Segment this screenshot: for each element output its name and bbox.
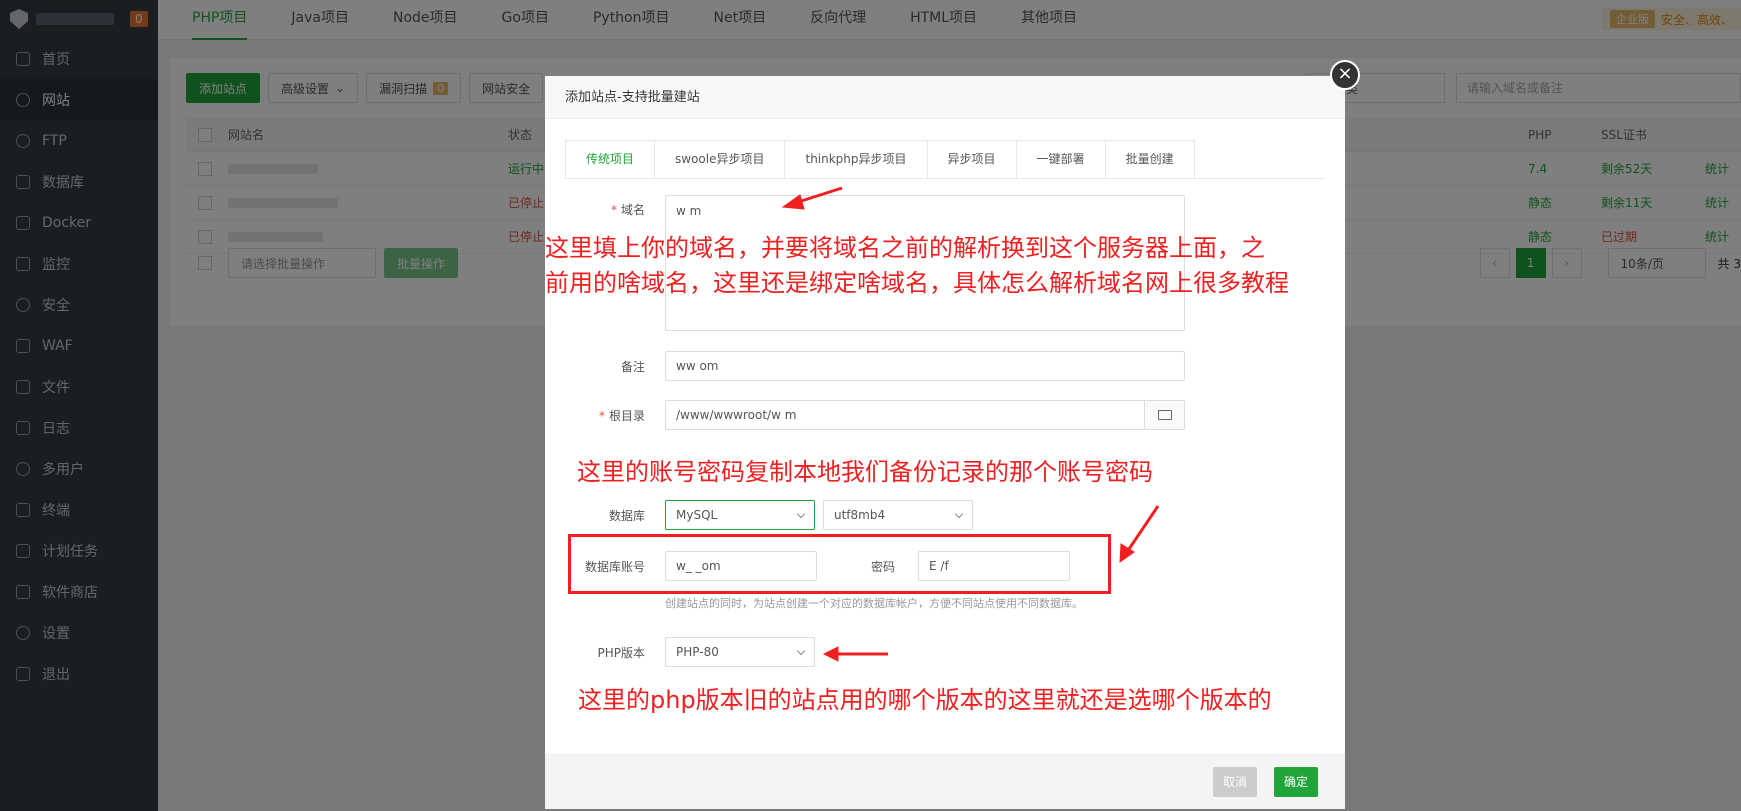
annotation-arrows — [781, 186, 1160, 662]
arrow-db-icon — [1125, 505, 1160, 553]
